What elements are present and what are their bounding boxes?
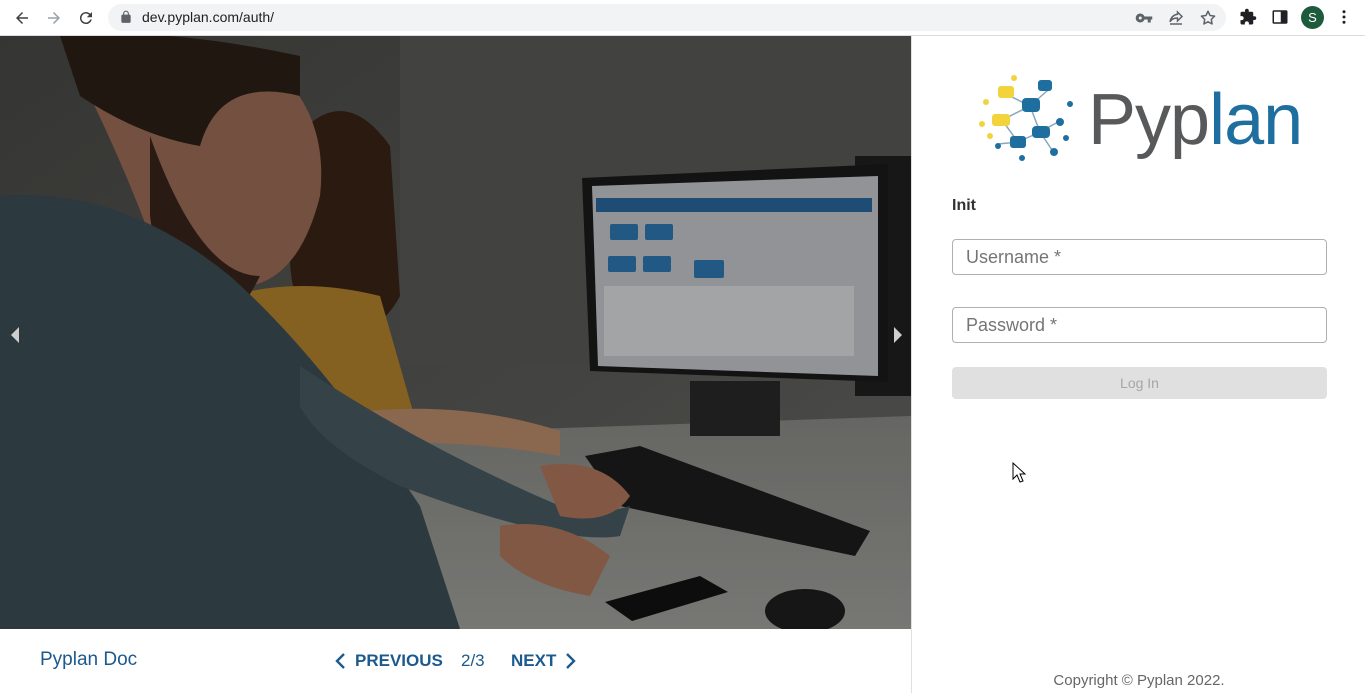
back-button[interactable] [10, 6, 34, 30]
lock-icon [121, 10, 131, 23]
side-panel-icon[interactable] [1271, 8, 1289, 26]
reload-button[interactable] [74, 6, 98, 30]
login-button[interactable]: Log In [952, 367, 1327, 399]
login-panel: Pyplan Init Log In Copyright © Pyplan 20… [911, 36, 1365, 693]
reload-icon [79, 12, 92, 25]
extensions-icon[interactable] [1239, 8, 1257, 26]
page-indicator: 2/3 [461, 651, 485, 670]
key-icon[interactable] [1135, 9, 1153, 27]
url-text[interactable]: dev.pyplan.com/auth/ [142, 10, 274, 25]
browser-toolbar: dev.pyplan.com/auth/ S [0, 0, 1365, 36]
share-icon[interactable] [1167, 9, 1185, 27]
chevron-right-icon [566, 653, 577, 669]
username-input[interactable] [953, 240, 1326, 274]
image-carousel [0, 36, 911, 629]
form-heading: Init [952, 197, 976, 214]
forward-icon [48, 12, 60, 24]
carousel-prev-arrow-icon[interactable] [8, 324, 22, 346]
forward-button[interactable] [42, 6, 66, 30]
next-button[interactable]: NEXT [511, 649, 578, 673]
profile-avatar[interactable]: S [1301, 6, 1324, 29]
username-field[interactable] [952, 239, 1327, 275]
password-input[interactable] [953, 308, 1326, 342]
pyplan-logo: Pyplan [978, 72, 1308, 162]
back-icon [16, 12, 28, 24]
previous-label: PREVIOUS [355, 651, 443, 670]
star-icon[interactable] [1199, 9, 1217, 27]
pyplan-wordmark: Pyplan [1088, 80, 1303, 160]
chevron-left-icon [335, 653, 345, 669]
mouse-cursor-icon [1012, 462, 1026, 483]
carousel-footer: Pyplan Doc PREVIOUS 2/3 NEXT [0, 629, 911, 693]
menu-icon[interactable] [1335, 8, 1353, 26]
pyplan-doc-link[interactable]: Pyplan Doc [40, 649, 137, 671]
pyplan-network-logo-icon [979, 75, 1073, 161]
previous-button[interactable]: PREVIOUS [333, 649, 443, 673]
carousel-next-arrow-icon[interactable] [891, 324, 905, 346]
copyright-text: Copyright © Pyplan 2022. [1053, 672, 1225, 689]
address-bar[interactable]: dev.pyplan.com/auth/ [108, 4, 1226, 31]
password-field[interactable] [952, 307, 1327, 343]
next-label: NEXT [511, 651, 557, 670]
